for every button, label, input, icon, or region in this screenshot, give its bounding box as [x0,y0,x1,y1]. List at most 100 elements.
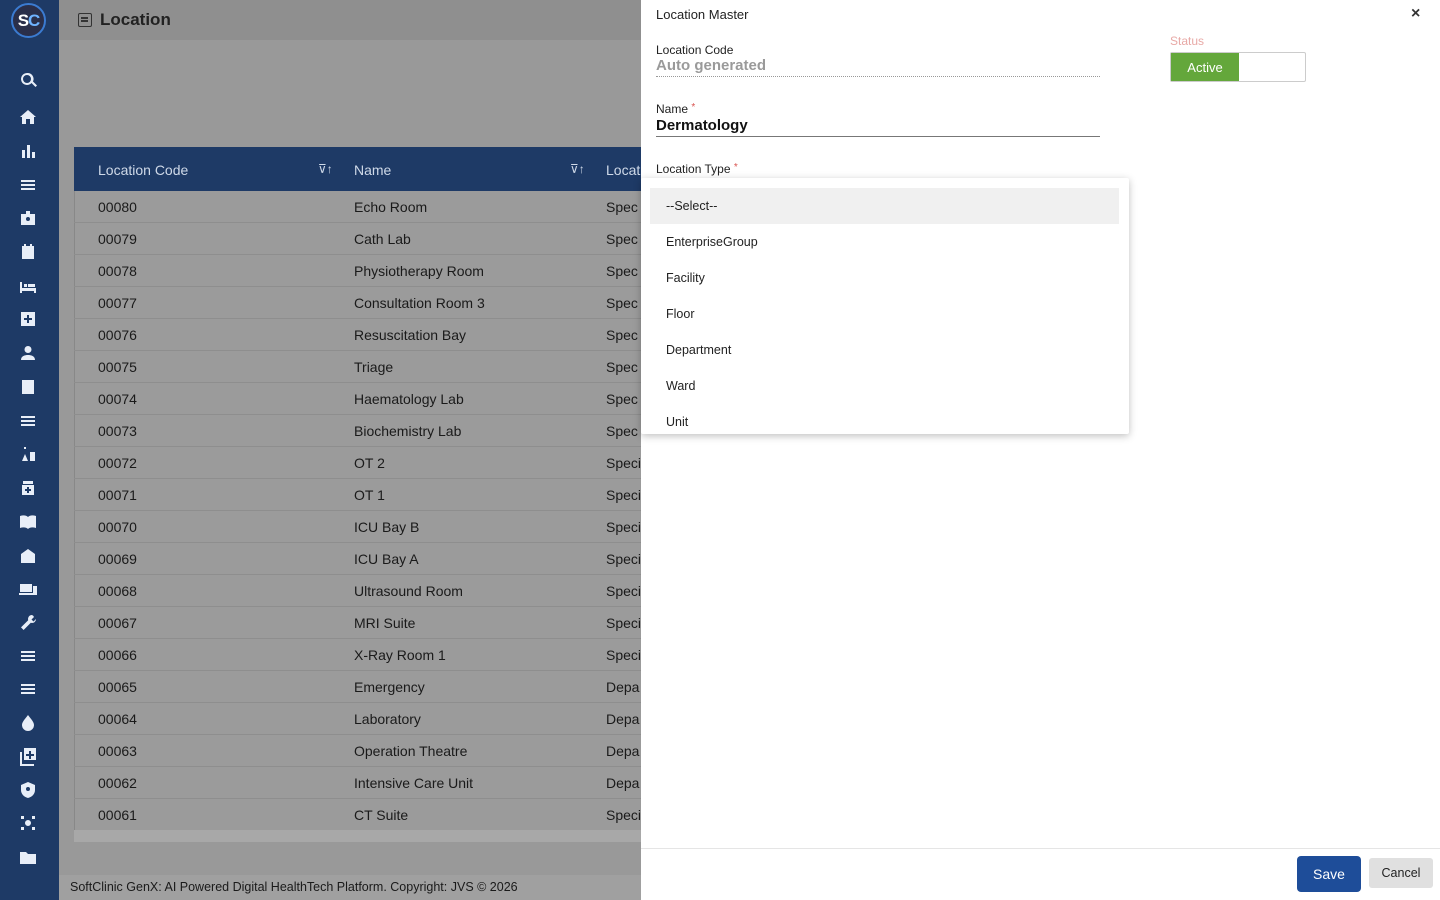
filter-sort-icon-code[interactable]: ⊽↑ [318,162,333,176]
option-select[interactable]: --Select-- [650,188,1119,224]
cell-code: 00074 [98,391,137,407]
bar-chart-icon[interactable] [16,139,40,163]
table-row[interactable]: 00069 ICU Bay A Speci [74,543,641,575]
menu-icon[interactable] [16,173,40,197]
cell-type: Depa [606,711,640,727]
location-type-dropdown[interactable]: --Select-- EnterpriseGroup Facility Floo… [641,178,1129,434]
cell-code: 00080 [98,199,137,215]
list-icon[interactable] [16,409,40,433]
cell-name: Physiotherapy Room [354,263,484,279]
add-box-icon[interactable] [16,744,40,768]
folder-icon[interactable] [16,845,40,869]
cell-type: Speci [606,583,642,599]
book-icon[interactable] [16,510,40,534]
option-ward[interactable]: Ward [650,368,1119,404]
table-row[interactable]: 00075 Triage Spec [74,351,641,383]
cell-type: Depa [606,679,640,695]
option-enterprise-group[interactable]: EnterpriseGroup [650,224,1119,260]
cancel-button[interactable]: Cancel [1369,858,1433,888]
location-type-label: Location Type * [656,162,738,176]
cell-code: 00067 [98,615,137,631]
table-row[interactable]: 00078 Physiotherapy Room Spec [74,255,641,287]
calendar-icon[interactable] [16,240,40,264]
table-row[interactable]: 00068 Ultrasound Room Speci [74,575,641,607]
table-row[interactable]: 00074 Haematology Lab Spec [74,383,641,415]
cell-code: 00077 [98,295,137,311]
pharmacy-icon[interactable] [16,476,40,500]
name-label: Name * [656,102,696,116]
table-row[interactable]: 00065 Emergency Depa [74,671,641,703]
cell-code: 00061 [98,807,137,823]
app-logo[interactable]: SC [11,3,46,38]
cell-code: 00063 [98,743,137,759]
badge-icon[interactable] [16,206,40,230]
drop-icon[interactable] [16,711,40,735]
home-icon[interactable] [16,105,40,129]
horizontal-scrollbar[interactable] [74,830,641,842]
option-unit[interactable]: Unit [650,404,1119,434]
table-row[interactable]: 00077 Consultation Room 3 Spec [74,287,641,319]
table-row[interactable]: 00071 OT 1 Speci [74,479,641,511]
table-row[interactable]: 00073 Biochemistry Lab Spec [74,415,641,447]
status-label: Status [1170,34,1205,48]
cell-code: 00072 [98,455,137,471]
table-row[interactable]: 00072 OT 2 Speci [74,447,641,479]
option-floor[interactable]: Floor [650,296,1119,332]
table-header: Location Code ⊽↑ Name ⊽↑ Locati [74,147,643,191]
header-location-code[interactable]: Location Code [98,162,188,178]
person-icon[interactable] [16,341,40,365]
cell-name: Operation Theatre [354,743,468,759]
building-icon[interactable] [16,544,40,568]
option-facility[interactable]: Facility [650,260,1119,296]
shield-icon[interactable] [16,778,40,802]
footer-text: SoftClinic GenX: AI Powered Digital Heal… [70,880,518,894]
table-row[interactable]: 00066 X-Ray Room 1 Speci [74,639,641,671]
cell-code: 00064 [98,711,137,727]
cell-type: Spec [606,327,638,343]
wrench-icon[interactable] [16,611,40,635]
status-active[interactable]: Active [1171,53,1239,81]
sidebar: SC [0,0,59,900]
name-input[interactable] [656,115,1100,137]
table-row[interactable]: 00076 Resuscitation Bay Spec [74,319,641,351]
cell-name: Intensive Care Unit [354,775,474,791]
cell-name: Triage [354,359,394,375]
list-icon-3[interactable] [16,677,40,701]
table-row[interactable]: 00063 Operation Theatre Depa [74,735,641,767]
cell-name: ICU Bay B [354,519,420,535]
network-icon[interactable] [16,811,40,835]
medical-plus-icon[interactable] [16,307,40,331]
status-toggle[interactable]: Active [1170,52,1306,82]
cell-code: 00069 [98,551,137,567]
cell-code: 00071 [98,487,137,503]
cell-code: 00073 [98,423,137,439]
table-row[interactable]: 00079 Cath Lab Spec [74,223,641,255]
table-row[interactable]: 00067 MRI Suite Speci [74,607,641,639]
page-title: Location [100,10,171,29]
table-row[interactable]: 00070 ICU Bay B Speci [74,511,641,543]
list-icon-2[interactable] [16,644,40,668]
save-button[interactable]: Save [1297,856,1361,892]
table-row[interactable]: 00062 Intensive Care Unit Depa [74,767,641,799]
cell-code: 00066 [98,647,137,663]
bed-icon[interactable] [16,274,40,298]
cell-name: Haematology Lab [354,391,464,407]
location-code-value: Auto generated [656,57,767,74]
document-icon[interactable] [16,375,40,399]
cell-type: Spec [606,263,638,279]
table-row[interactable]: 00061 CT Suite Speci [74,799,641,831]
header-name[interactable]: Name [354,162,391,178]
option-department[interactable]: Department [650,332,1119,368]
table-row[interactable]: 00064 Laboratory Depa [74,703,641,735]
cell-type: Spec [606,391,638,407]
cell-name: Echo Room [354,199,428,215]
devices-icon[interactable] [16,577,40,601]
close-icon[interactable]: × [1411,5,1420,23]
search-icon[interactable] [16,68,40,92]
cell-type: Spec [606,199,638,215]
lab-icon[interactable] [16,442,40,466]
filter-sort-icon-name[interactable]: ⊽↑ [570,162,585,176]
header-location-type[interactable]: Locati [606,162,643,178]
cell-type: Spec [606,423,638,439]
table-row[interactable]: 00080 Echo Room Spec [74,191,641,223]
